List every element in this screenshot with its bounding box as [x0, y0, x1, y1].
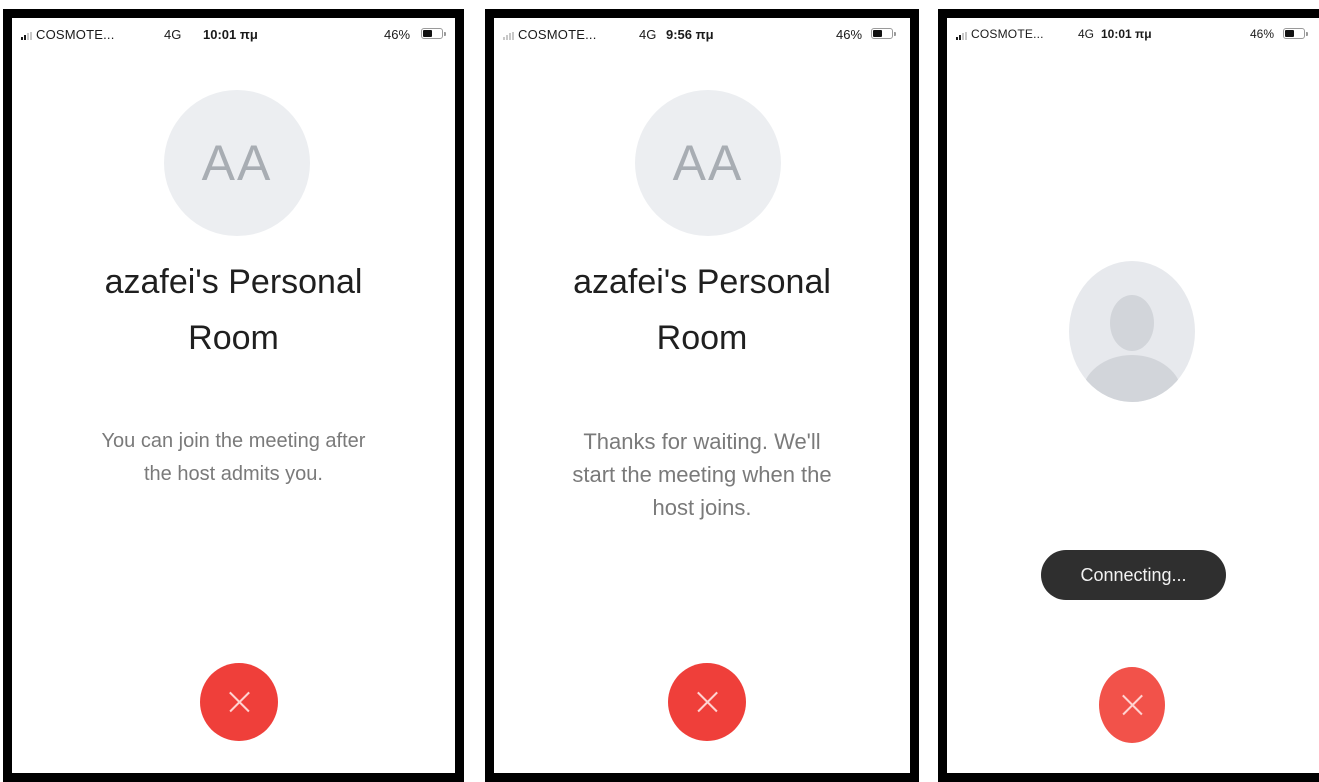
avatar: AA: [164, 90, 310, 236]
message-line: Thanks for waiting. We'll: [583, 429, 821, 454]
phone-screen-connecting: COSMOTE... 4G 10:01 πμ 46% Connecting...: [938, 9, 1319, 782]
message-line: start the meeting when the: [572, 462, 832, 487]
phone-screen-waiting-admit: COSMOTE... 4G 10:01 πμ 46% AA azafei's P…: [3, 9, 464, 782]
end-call-button[interactable]: [668, 663, 746, 741]
status-time: 10:01 πμ: [203, 27, 258, 42]
phone-screen-waiting-host: COSMOTE... 4G 9:56 πμ 46% AA azafei's Pe…: [485, 9, 919, 782]
carrier-name: COSMOTE...: [36, 27, 115, 42]
avatar: AA: [635, 90, 781, 236]
status-time: 9:56 πμ: [666, 27, 714, 42]
network-type: 4G: [1078, 27, 1095, 41]
status-bar: COSMOTE... 4G 9:56 πμ 46%: [494, 18, 910, 52]
meeting-title: azafei's Personal Room: [12, 254, 455, 366]
battery-icon: [1283, 28, 1308, 39]
meeting-title: azafei's Personal Room: [494, 254, 910, 366]
signal-strength-icon: [956, 32, 972, 40]
meeting-title-line: Room: [188, 319, 279, 357]
battery-percent: 46%: [836, 27, 863, 42]
message-line: the host admits you.: [144, 463, 323, 485]
battery-percent: 46%: [384, 27, 411, 42]
meeting-title-line: Room: [656, 319, 748, 357]
battery-percent: 46%: [1250, 27, 1275, 41]
status-time: 10:01 πμ: [1101, 27, 1152, 41]
meeting-title-line: azafei's Personal: [104, 263, 363, 301]
signal-strength-icon: [21, 32, 37, 40]
battery-icon: [421, 28, 446, 39]
end-call-button[interactable]: [200, 663, 278, 741]
profile-silhouette-icon: [1069, 261, 1195, 402]
connecting-toast: Connecting...: [1041, 550, 1226, 600]
message-line: host joins.: [652, 495, 752, 520]
network-type: 4G: [639, 27, 657, 42]
meeting-title-line: azafei's Personal: [573, 263, 831, 301]
end-call-button[interactable]: [1099, 667, 1165, 743]
carrier-name: COSMOTE...: [971, 27, 1044, 41]
waiting-message: You can join the meeting after the host …: [12, 425, 455, 491]
status-bar: COSMOTE... 4G 10:01 πμ 46%: [12, 18, 455, 52]
carrier-name: COSMOTE...: [518, 27, 597, 42]
battery-icon: [871, 28, 896, 39]
message-line: You can join the meeting after: [101, 430, 366, 452]
signal-strength-icon: [503, 32, 519, 40]
network-type: 4G: [164, 27, 182, 42]
status-bar: COSMOTE... 4G 10:01 πμ 46%: [947, 18, 1319, 52]
waiting-message: Thanks for waiting. We'll start the meet…: [494, 425, 910, 524]
